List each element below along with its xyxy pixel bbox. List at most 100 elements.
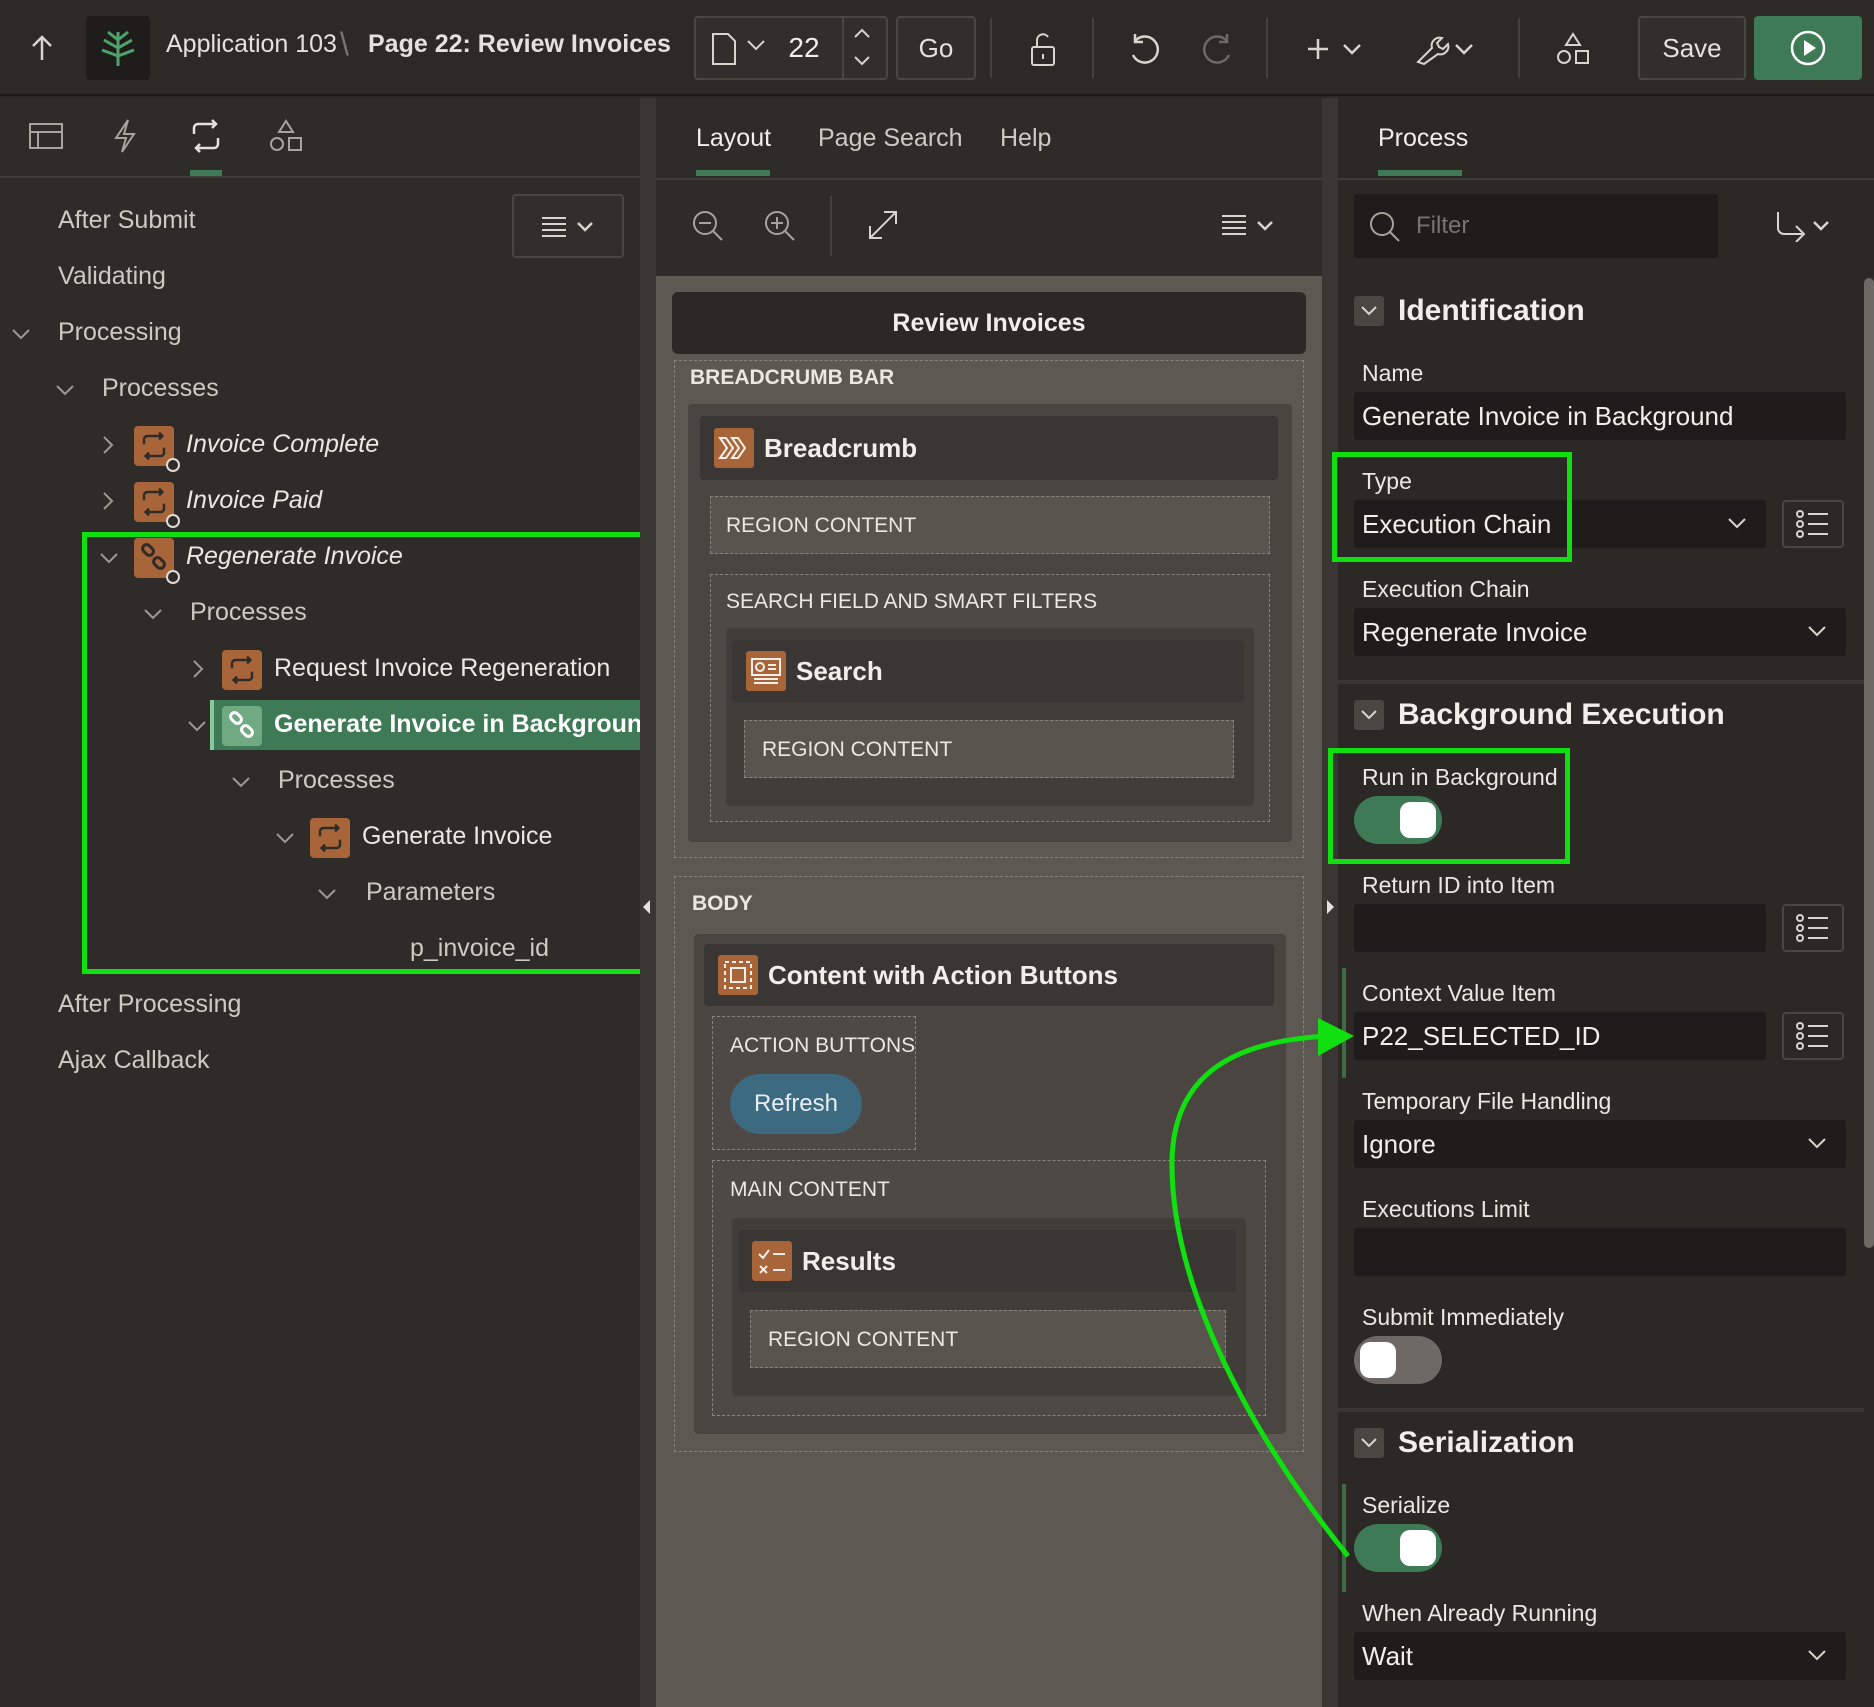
utilities-wrench-icon[interactable] [1410, 24, 1482, 74]
page-selector[interactable]: 22 [694, 16, 888, 80]
active-tab-indicator [696, 170, 770, 176]
tab-process[interactable]: Process [1378, 124, 1468, 153]
name-label: Name [1362, 360, 1424, 386]
list-of-values-button[interactable] [1782, 904, 1844, 952]
return-id-input[interactable] [1354, 904, 1766, 952]
context-value-input[interactable]: P22_SELECTED_ID [1354, 1012, 1766, 1060]
content-region-title: Content with Action Buttons [768, 959, 1118, 990]
processing-tab-icon[interactable] [188, 118, 224, 154]
chevron-right-icon[interactable] [100, 434, 116, 456]
when-already-running-value: Wait [1362, 1640, 1414, 1671]
layout-menu-icon[interactable] [1220, 212, 1280, 238]
rendering-tab-icon[interactable] [28, 120, 64, 152]
tab-help[interactable]: Help [1000, 124, 1051, 153]
breadcrumb-region[interactable]: Breadcrumb [700, 416, 1278, 480]
collapse-right-icon[interactable] [1327, 900, 1334, 914]
background-execution-section-header[interactable]: Background Execution [1354, 698, 1725, 732]
list-of-values-button[interactable] [1782, 500, 1844, 548]
redo-icon[interactable] [1192, 24, 1242, 74]
hamburger-icon [542, 217, 593, 237]
execution-chain-label: Execution Chain [1362, 576, 1530, 602]
temp-file-select[interactable]: Ignore [1354, 1120, 1846, 1168]
content-with-action-buttons-region[interactable]: Content with Action Buttons [704, 944, 1274, 1006]
execution-chain-select[interactable]: Regenerate Invoice [1354, 608, 1846, 656]
search-slot-label: SEARCH FIELD AND SMART FILTERS [726, 590, 1098, 613]
chevron-down-icon [1728, 518, 1746, 529]
body-label: BODY [692, 892, 753, 915]
breadcrumb-bar-label: BREADCRUMB BAR [690, 366, 895, 389]
region-content-label: REGION CONTENT [768, 1328, 959, 1351]
app-name[interactable]: Application 103 [166, 30, 337, 59]
lock-icon[interactable] [1018, 24, 1068, 74]
tree-after-submit[interactable]: After Submit [58, 206, 196, 235]
dynamic-actions-tab-icon[interactable] [110, 118, 140, 154]
collapse-left-icon[interactable] [643, 900, 650, 914]
breadcrumb-region-title: Breadcrumb [764, 432, 918, 463]
tree-ajax-callback[interactable]: Ajax Callback [58, 1046, 209, 1075]
tab-page-search[interactable]: Page Search [818, 124, 963, 153]
chevron-down-icon[interactable] [54, 382, 76, 398]
create-menu-icon[interactable] [1300, 24, 1372, 74]
tree-invoice-paid[interactable]: Invoice Paid [186, 486, 322, 515]
tree-invoice-complete[interactable]: Invoice Complete [186, 430, 379, 459]
run-page-button[interactable] [1754, 16, 1862, 80]
executions-limit-input[interactable] [1354, 1228, 1846, 1276]
zoom-out-icon[interactable] [690, 208, 726, 244]
when-already-running-select[interactable]: Wait [1354, 1632, 1846, 1680]
shared-components-tab-icon[interactable] [268, 118, 304, 154]
page-name-header[interactable]: Review Invoices [672, 292, 1306, 354]
list-icon [1796, 1022, 1828, 1050]
executions-limit-label: Executions Limit [1362, 1196, 1530, 1222]
return-id-label: Return ID into Item [1362, 872, 1556, 898]
stepper-down-icon[interactable] [852, 54, 872, 68]
tree-processing[interactable]: Processing [58, 318, 182, 347]
zoom-in-icon[interactable] [762, 208, 798, 244]
filter-field[interactable] [1354, 194, 1718, 258]
server-side-badge-icon [166, 458, 180, 472]
shared-components-icon[interactable] [1548, 24, 1598, 74]
active-tab-indicator [1378, 170, 1462, 176]
up-arrow-icon[interactable] [20, 24, 64, 72]
region-content-label: REGION CONTENT [762, 738, 953, 761]
filter-input[interactable] [1414, 206, 1704, 246]
context-value-label: Context Value Item [1362, 980, 1556, 1006]
undo-icon[interactable] [1120, 24, 1170, 74]
save-button[interactable]: Save [1638, 16, 1746, 80]
chevron-down-icon [1808, 1138, 1826, 1149]
chevron-down-icon [746, 38, 766, 52]
refresh-button[interactable]: Refresh [730, 1074, 862, 1134]
expand-icon[interactable] [866, 208, 900, 242]
chevron-down-icon [1808, 1650, 1826, 1661]
page-number-input[interactable]: 22 [776, 18, 832, 78]
serialization-section-header[interactable]: Serialization [1354, 1426, 1575, 1460]
tree-after-processing[interactable]: After Processing [58, 990, 241, 1019]
collapse-chevron-icon[interactable] [1354, 700, 1384, 730]
stepper-up-icon[interactable] [852, 26, 872, 40]
annotation-highlight-tree [82, 532, 656, 974]
name-input[interactable]: Generate Invoice in Background [1354, 392, 1846, 440]
tab-layout[interactable]: Layout [696, 124, 771, 153]
active-tab-indicator [190, 170, 222, 176]
collapse-chevron-icon[interactable] [1354, 296, 1384, 326]
identification-section-header[interactable]: Identification [1354, 294, 1585, 328]
property-scrollbar[interactable] [1864, 278, 1874, 1248]
go-to-group-icon[interactable] [1774, 210, 1834, 242]
tree-processes[interactable]: Processes [102, 374, 219, 403]
tree-validating[interactable]: Validating [58, 262, 166, 291]
breadcrumb-icon [714, 428, 754, 468]
chevron-down-icon [1808, 626, 1826, 637]
search-region-title: Search [796, 655, 883, 686]
background-execution-title: Background Execution [1398, 698, 1725, 731]
list-of-values-button[interactable] [1782, 1012, 1844, 1060]
chevron-down-icon[interactable] [10, 326, 32, 342]
chevron-right-icon[interactable] [100, 490, 116, 512]
list-icon [1796, 914, 1828, 942]
apex-logo-icon[interactable] [86, 16, 150, 80]
execution-chain-value: Regenerate Invoice [1362, 616, 1588, 647]
search-region[interactable]: Search [732, 640, 1244, 702]
breadcrumb-separator: \ [340, 26, 349, 62]
serialization-title: Serialization [1398, 1426, 1575, 1459]
tree-menu-button[interactable] [512, 194, 624, 258]
go-button[interactable]: Go [896, 16, 976, 80]
search-region-icon [746, 651, 786, 691]
